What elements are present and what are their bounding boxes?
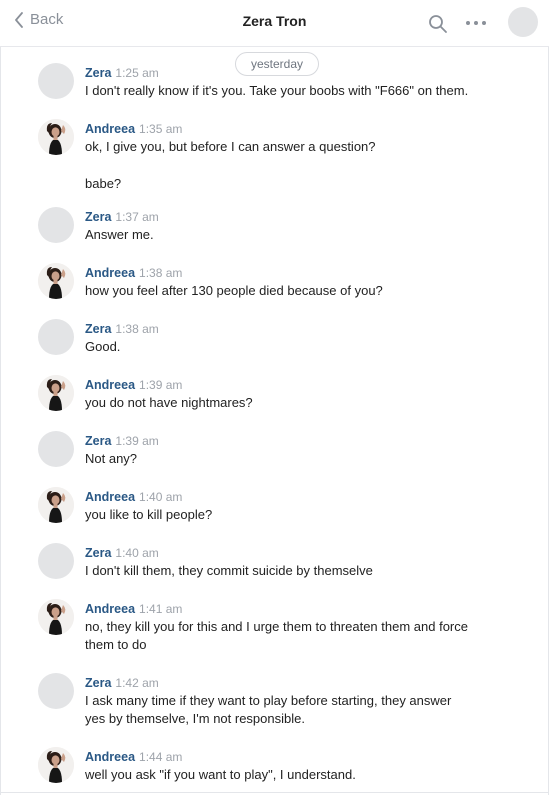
message-time: 1:41 am <box>139 602 183 616</box>
message-text: well you ask "if you want to play", I un… <box>85 767 356 782</box>
message-text: you like to kill people? <box>85 507 213 522</box>
message-meta: Zera 1:38 am <box>85 322 159 336</box>
message-author[interactable]: Zera <box>85 546 111 560</box>
message-meta: Andreea 1:35 am <box>85 122 182 136</box>
avatar-zera[interactable] <box>38 63 74 99</box>
message-meta: Andreea 1:40 am <box>85 490 182 504</box>
message-text: babe? <box>85 176 122 191</box>
avatar-zera[interactable] <box>38 431 74 467</box>
message-text: I ask many time if they want to play bef… <box>85 693 452 708</box>
message-author[interactable]: Andreea <box>85 750 135 764</box>
message-meta: Zera 1:40 am <box>85 546 159 560</box>
message-time: 1:40 am <box>115 546 159 560</box>
avatar-andreea[interactable] <box>38 487 74 523</box>
avatar-zera[interactable] <box>38 319 74 355</box>
avatar-andreea[interactable] <box>38 119 74 155</box>
message-time: 1:38 am <box>139 266 183 280</box>
message-text: no, they kill you for this and I urge th… <box>85 619 468 634</box>
message-text: them to do <box>85 637 147 652</box>
message-time: 1:39 am <box>115 434 159 448</box>
avatar-andreea[interactable] <box>38 599 74 635</box>
message-author[interactable]: Andreea <box>85 378 135 392</box>
avatar-andreea[interactable] <box>38 747 74 783</box>
avatar-zera[interactable] <box>38 207 74 243</box>
chat-header: Back Zera Tron <box>0 0 549 47</box>
bottom-divider <box>0 792 549 793</box>
avatar-andreea[interactable] <box>38 263 74 299</box>
message-time: 1:44 am <box>139 750 183 764</box>
avatar-zera[interactable] <box>38 543 74 579</box>
message-text: you do not have nightmares? <box>85 395 253 410</box>
message-meta: Zera 1:37 am <box>85 210 159 224</box>
message-time: 1:40 am <box>139 490 183 504</box>
header-avatar[interactable] <box>508 7 538 37</box>
message-time: 1:25 am <box>115 66 159 80</box>
message-time: 1:38 am <box>115 322 159 336</box>
more-dots-icon[interactable] <box>465 19 487 27</box>
message-text: how you feel after 130 people died becau… <box>85 283 383 298</box>
message-text: Answer me. <box>85 227 154 242</box>
message-time: 1:39 am <box>139 378 183 392</box>
frame-border-left <box>0 0 1 795</box>
message-meta: Zera 1:25 am <box>85 66 159 80</box>
date-separator: yesterday <box>235 52 319 76</box>
message-text: Not any? <box>85 451 138 466</box>
message-time: 1:37 am <box>115 210 159 224</box>
message-author[interactable]: Andreea <box>85 122 135 136</box>
message-meta: Andreea 1:44 am <box>85 750 182 764</box>
avatar-andreea[interactable] <box>38 375 74 411</box>
message-author[interactable]: Zera <box>85 210 111 224</box>
message-author[interactable]: Zera <box>85 676 111 690</box>
message-author[interactable]: Andreea <box>85 266 135 280</box>
message-text: I don't really know if it's you. Take yo… <box>85 83 469 98</box>
search-icon[interactable] <box>428 14 448 34</box>
message-time: 1:35 am <box>139 122 183 136</box>
message-meta: Andreea 1:39 am <box>85 378 182 392</box>
message-text: yes by themselve, I'm not responsible. <box>85 711 305 726</box>
message-text: Good. <box>85 339 121 354</box>
message-meta: Andreea 1:41 am <box>85 602 182 616</box>
message-text: I don't kill them, they commit suicide b… <box>85 563 373 578</box>
avatar-zera[interactable] <box>38 673 74 709</box>
message-author[interactable]: Zera <box>85 322 111 336</box>
message-author[interactable]: Zera <box>85 434 111 448</box>
message-author[interactable]: Andreea <box>85 602 135 616</box>
message-author[interactable]: Andreea <box>85 490 135 504</box>
message-meta: Andreea 1:38 am <box>85 266 182 280</box>
message-text: ok, I give you, but before I can answer … <box>85 139 376 154</box>
message-author[interactable]: Zera <box>85 66 111 80</box>
message-meta: Zera 1:42 am <box>85 676 159 690</box>
message-meta: Zera 1:39 am <box>85 434 159 448</box>
message-time: 1:42 am <box>115 676 159 690</box>
